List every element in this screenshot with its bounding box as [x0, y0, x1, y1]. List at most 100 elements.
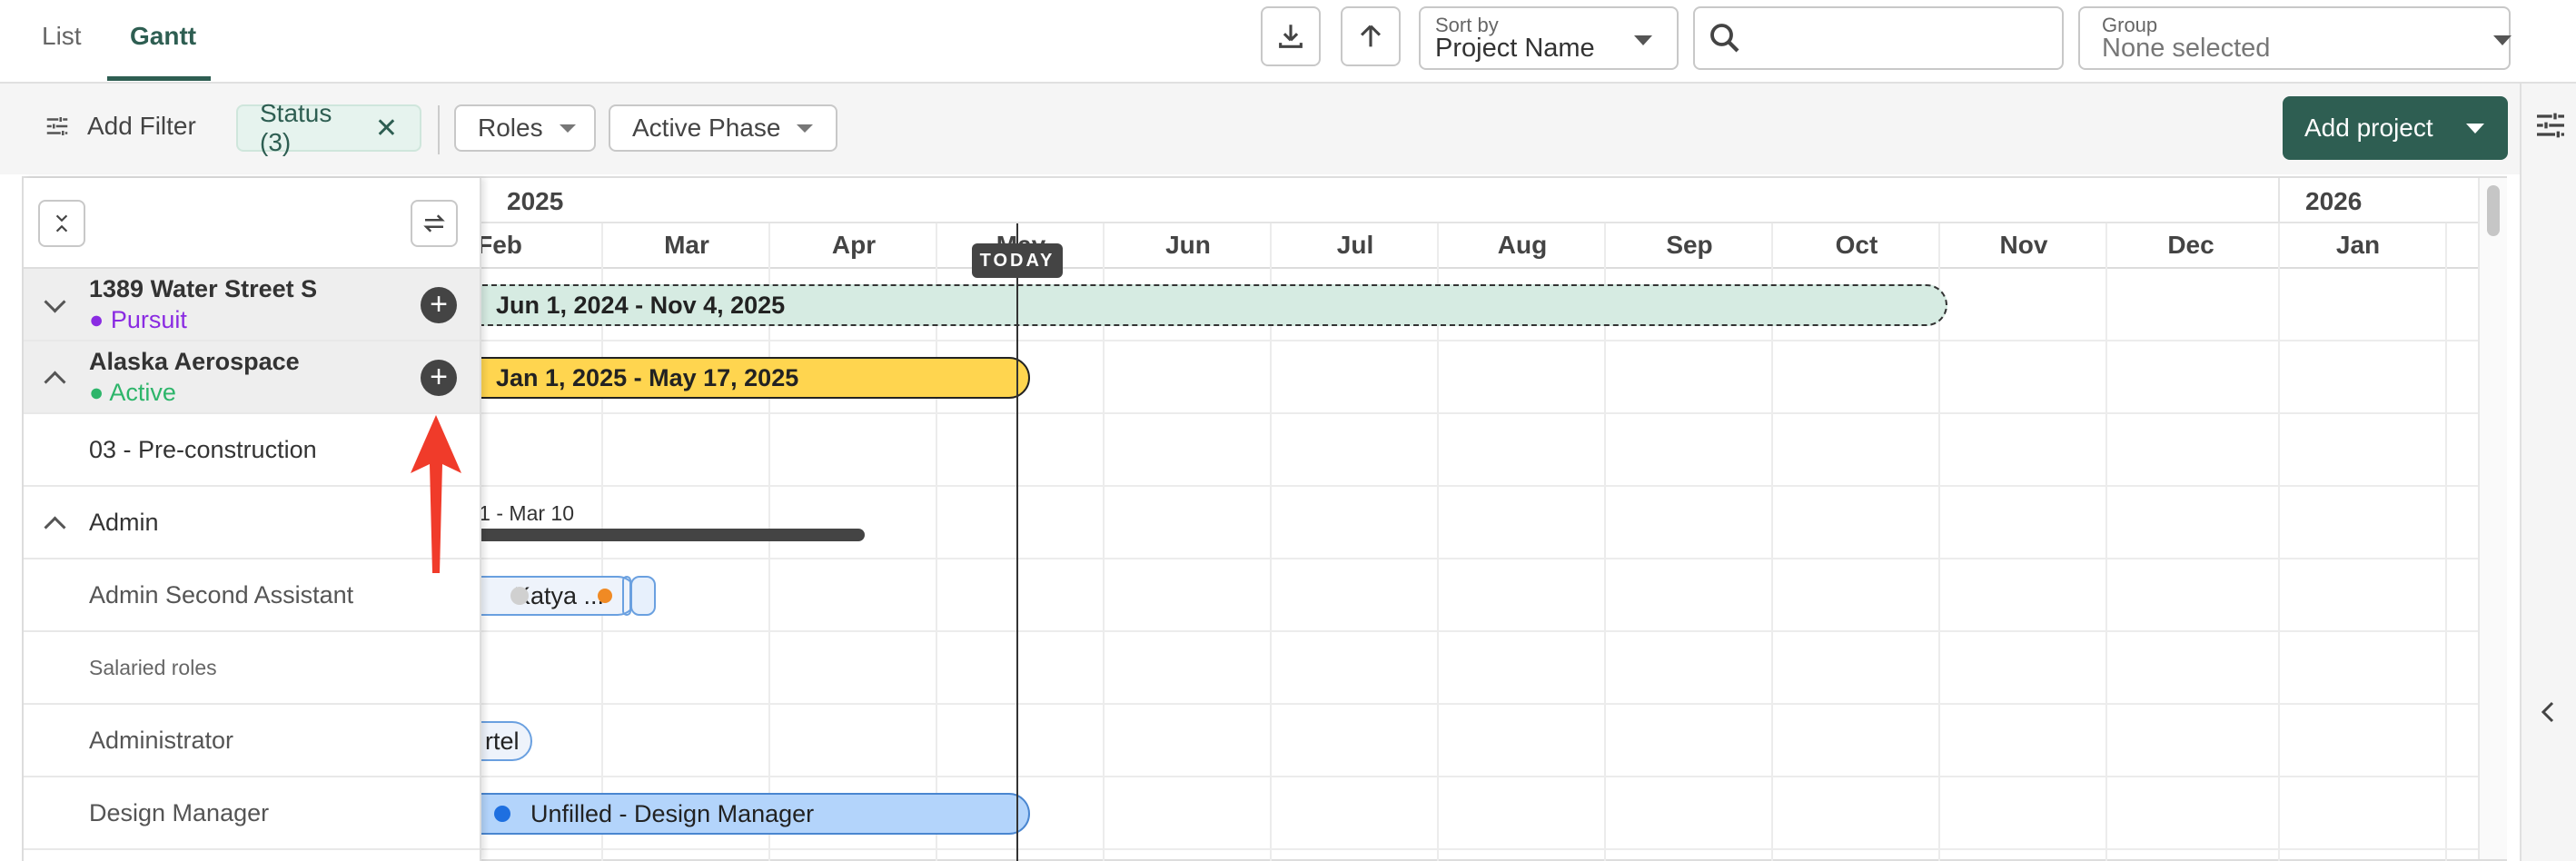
add-project-label: Add project — [2304, 114, 2433, 142]
header-divider — [480, 267, 2478, 269]
role-name: Administrator — [89, 727, 234, 754]
download-button[interactable] — [1261, 6, 1321, 66]
annotation-arrow-icon — [411, 415, 461, 573]
sort-by-select[interactable]: Sort by Project Name — [1419, 6, 1679, 70]
project-row-alaska-aerospace[interactable]: Alaska Aerospace ● Active + — [24, 341, 480, 414]
group-value: None selected — [2102, 34, 2271, 63]
active-phase-label: Active Phase — [632, 114, 781, 142]
pane-header — [24, 178, 480, 269]
chevron-down-icon[interactable] — [2466, 124, 2484, 134]
project-row-water-street[interactable]: 1389 Water Street S ● Pursuit + — [24, 269, 480, 341]
header-divider — [480, 222, 2478, 223]
role-name: Admin Second Assistant — [89, 581, 354, 609]
search-icon — [1710, 24, 1739, 53]
today-badge: TODAY — [972, 243, 1063, 278]
administrator-label: rtel — [485, 727, 520, 755]
add-filter-button[interactable]: Add Filter — [44, 112, 196, 141]
add-project-button[interactable]: Add project — [2283, 96, 2508, 160]
vertical-scrollbar-track[interactable] — [2478, 178, 2507, 859]
download-icon — [1279, 25, 1303, 48]
divider — [438, 105, 440, 154]
add-icon[interactable]: + — [421, 360, 457, 396]
active-tab-indicator — [107, 76, 211, 81]
roles-label: Roles — [478, 114, 543, 142]
arrow-up-icon — [1360, 25, 1382, 47]
swap-icon — [423, 214, 445, 233]
section-row: Salaried roles — [24, 632, 480, 705]
role-row[interactable]: Design Manager — [24, 777, 480, 850]
chevron-down-icon — [2493, 35, 2512, 45]
month-label: Aug — [1497, 231, 1548, 259]
project-status: ● Active — [89, 379, 176, 406]
unfilled-dot-icon — [494, 806, 510, 822]
year-label: 2026 — [2305, 187, 2363, 215]
role-row[interactable]: Administrator — [24, 705, 480, 777]
month-label: Jul — [1336, 231, 1374, 259]
row-line — [480, 630, 2478, 632]
project-status: ● Pursuit — [89, 306, 187, 333]
search-field[interactable] — [1693, 6, 2064, 70]
settings-sliders-icon[interactable] — [2532, 107, 2569, 144]
month-label: Feb — [480, 231, 522, 259]
filter-sliders-icon — [46, 117, 68, 135]
phase-bar[interactable] — [480, 529, 865, 541]
row-line — [480, 558, 2478, 559]
month-label: Oct — [1835, 231, 1878, 259]
collapse-all-button[interactable] — [38, 200, 85, 247]
month-label: Mar — [664, 231, 709, 259]
grid-line — [2105, 223, 2107, 861]
tab-gantt[interactable]: Gantt — [130, 22, 196, 51]
row-line — [480, 412, 2478, 414]
project-bar-water-street[interactable]: Jun 1, 2024 - Nov 4, 2025 — [480, 284, 1947, 326]
tab-list[interactable]: List — [42, 22, 82, 51]
today-line — [1016, 223, 1018, 861]
project-name: Alaska Aerospace — [89, 348, 300, 375]
role-name: Design Manager — [89, 799, 270, 826]
unfilled-design-manager-bar[interactable]: Unfilled - Design Manager — [480, 793, 1030, 835]
project-bar-alaska-aerospace[interactable]: Jan 1, 2025 - May 17, 2025 — [480, 357, 1030, 399]
grid-line — [2278, 223, 2280, 861]
assignment-bar[interactable]: Katya ... — [480, 576, 638, 616]
chevron-left-icon[interactable] — [2538, 699, 2560, 725]
phase-date-label: b 1 - Mar 10 — [480, 501, 574, 525]
vertical-scrollbar-thumb[interactable] — [2487, 185, 2500, 236]
swap-button[interactable] — [411, 200, 458, 247]
search-input[interactable] — [1753, 17, 2056, 61]
row-line — [480, 340, 2478, 341]
group-select[interactable]: Group None selected — [2078, 6, 2512, 70]
group-name: Admin — [89, 509, 159, 536]
collapse-icon — [55, 214, 68, 233]
administrator-bar[interactable]: rtel — [480, 721, 532, 761]
year-divider — [2278, 178, 2280, 223]
close-icon[interactable]: ✕ — [375, 113, 398, 144]
sort-by-value: Project Name — [1435, 34, 1595, 63]
project-status-label: Pursuit — [110, 306, 187, 333]
year-label: 2025 — [507, 187, 564, 215]
add-filter-label: Add Filter — [87, 112, 196, 140]
add-icon[interactable]: + — [421, 287, 457, 323]
chevron-up-icon[interactable] — [44, 516, 66, 539]
chevron-down-icon — [559, 124, 576, 133]
active-phase-filter[interactable]: Active Phase — [609, 104, 837, 152]
right-rail — [2520, 84, 2576, 861]
status-filter-chip[interactable]: Status (3) ✕ — [236, 99, 421, 156]
sort-direction-button[interactable] — [1341, 6, 1401, 66]
section-label: Salaried roles — [89, 656, 217, 679]
row-line — [480, 485, 2478, 487]
chevron-down-icon — [1634, 35, 1652, 45]
chevron-up-icon[interactable] — [44, 371, 66, 393]
project-status-label: Active — [109, 379, 176, 406]
month-label: Jun — [1165, 231, 1211, 259]
status-dot-icon — [598, 589, 612, 603]
row-line — [480, 703, 2478, 705]
unfilled-label: Unfilled - Design Manager — [530, 799, 815, 827]
assignment-segment[interactable] — [630, 576, 656, 616]
gantt-timeline: 2025 2026 Feb Mar Apr May Jun Jul Aug Se… — [480, 178, 2478, 861]
month-label: Apr — [831, 231, 877, 259]
chevron-down-icon[interactable] — [44, 291, 66, 313]
project-name: 1389 Water Street S — [89, 275, 318, 302]
status-filter-label: Status (3) — [260, 99, 332, 156]
roles-filter[interactable]: Roles — [454, 104, 596, 152]
avatar-icon — [510, 587, 529, 605]
row-line — [480, 776, 2478, 777]
